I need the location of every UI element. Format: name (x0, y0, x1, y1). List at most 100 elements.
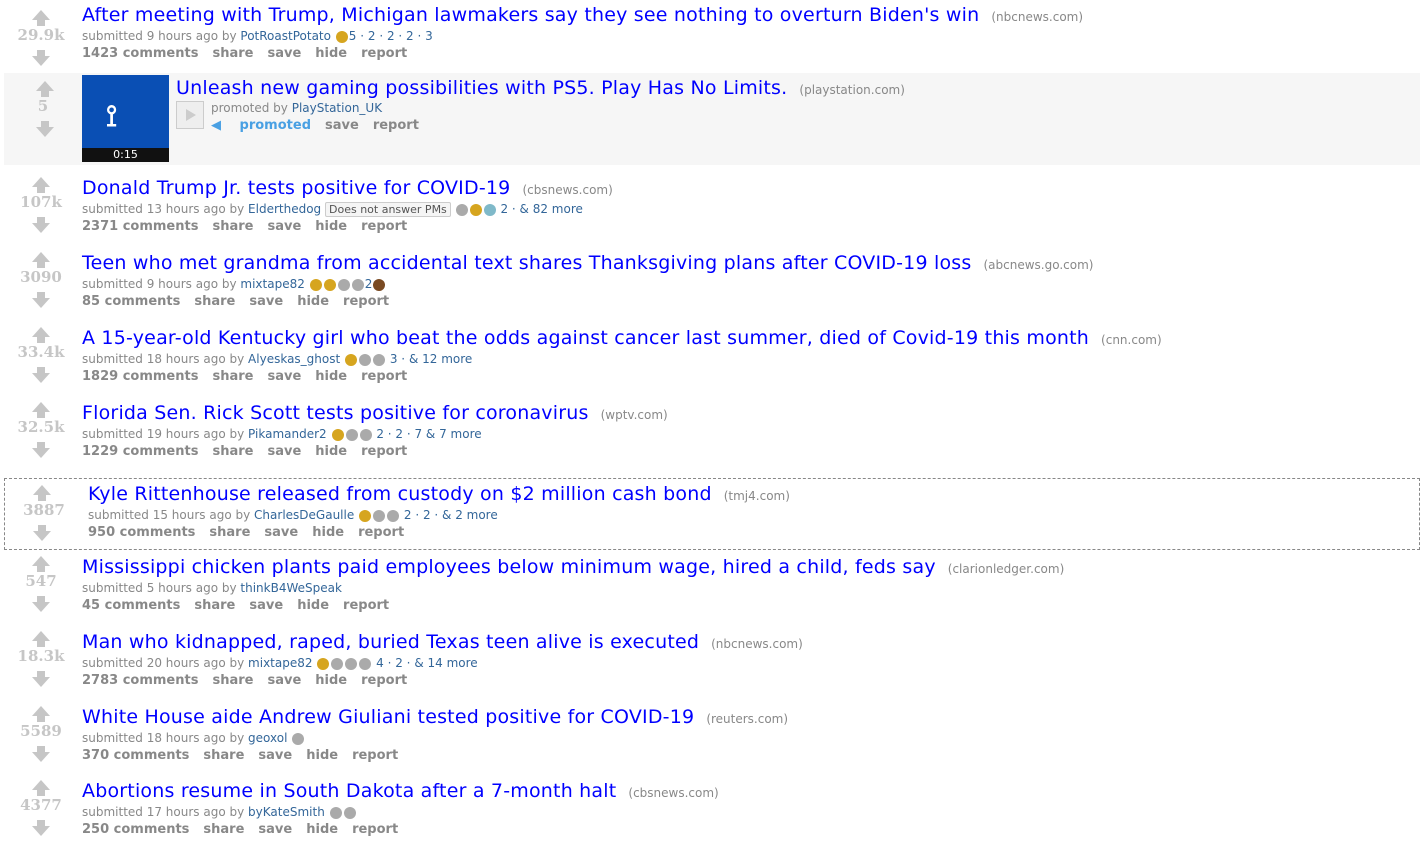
hide-button[interactable]: hide (315, 369, 347, 384)
domain[interactable]: (nbcnews.com) (991, 10, 1083, 24)
awards-text[interactable]: 2 · & 82 more (500, 202, 582, 216)
award-icon[interactable] (373, 278, 386, 291)
awards-text[interactable]: 3 · & 12 more (390, 352, 472, 366)
upvote-icon[interactable] (33, 485, 51, 501)
post-title[interactable]: Teen who met grandma from accidental tex… (82, 252, 971, 274)
downvote-icon[interactable] (32, 367, 50, 383)
save-button[interactable]: save (267, 46, 301, 61)
author-link[interactable]: PotRoastPotato (240, 29, 331, 43)
post-title[interactable]: A 15-year-old Kentucky girl who beat the… (82, 327, 1089, 349)
post-title[interactable]: White House aide Andrew Giuliani tested … (82, 706, 694, 728)
hide-button[interactable]: hide (306, 822, 338, 837)
play-icon[interactable] (176, 101, 204, 129)
post-title[interactable]: After meeting with Trump, Michigan lawma… (82, 4, 979, 26)
report-button[interactable]: report (358, 525, 404, 540)
downvote-icon[interactable] (32, 820, 50, 836)
award-icon[interactable] (351, 278, 364, 291)
award-icon[interactable] (343, 806, 356, 819)
award-icon[interactable] (359, 353, 372, 366)
report-button[interactable]: report (373, 118, 419, 133)
downvote-icon[interactable] (32, 746, 50, 762)
downvote-icon[interactable] (32, 50, 50, 66)
hide-button[interactable]: hide (315, 219, 347, 234)
report-button[interactable]: report (343, 598, 389, 613)
hide-button[interactable]: hide (306, 748, 338, 763)
award-icon[interactable] (373, 509, 386, 522)
upvote-icon[interactable] (32, 10, 50, 26)
report-button[interactable]: report (361, 46, 407, 61)
report-button[interactable]: report (352, 822, 398, 837)
domain[interactable]: (reuters.com) (706, 712, 788, 726)
share-button[interactable]: share (212, 46, 253, 61)
hide-button[interactable]: hide (315, 673, 347, 688)
promoted-label[interactable]: promoted (240, 118, 311, 133)
post-title[interactable]: Man who kidnapped, raped, buried Texas t… (82, 631, 699, 653)
share-button[interactable]: share (203, 748, 244, 763)
share-button[interactable]: share (212, 369, 253, 384)
hide-button[interactable]: hide (315, 444, 347, 459)
award-icon[interactable] (329, 806, 342, 819)
upvote-icon[interactable] (32, 252, 50, 268)
hide-button[interactable]: hide (315, 46, 347, 61)
author-link[interactable]: geoxol (248, 731, 287, 745)
save-button[interactable]: save (249, 598, 283, 613)
upvote-icon[interactable] (32, 177, 50, 193)
author-link[interactable]: Elderthedog (248, 202, 321, 216)
domain[interactable]: (cbsnews.com) (522, 183, 612, 197)
thumbnail[interactable]: ⟟ 0:15 (82, 75, 169, 162)
award-icon[interactable] (335, 30, 348, 43)
award-icon[interactable] (331, 657, 344, 670)
report-button[interactable]: report (361, 673, 407, 688)
share-button[interactable]: share (194, 294, 235, 309)
domain[interactable]: (cbsnews.com) (628, 786, 718, 800)
award-icon[interactable] (359, 657, 372, 670)
domain[interactable]: (playstation.com) (799, 83, 905, 97)
upvote-icon[interactable] (32, 631, 50, 647)
awards-text[interactable]: 5 · 2 · 2 · 2 · 3 (349, 29, 433, 43)
domain[interactable]: (nbcnews.com) (711, 637, 803, 651)
comments-link[interactable]: 370 comments (82, 748, 189, 763)
post-title[interactable]: Kyle Rittenhouse released from custody o… (88, 483, 712, 505)
save-button[interactable]: save (267, 219, 301, 234)
upvote-icon[interactable] (32, 402, 50, 418)
post-title[interactable]: Mississippi chicken plants paid employee… (82, 556, 936, 578)
share-button[interactable]: share (203, 822, 244, 837)
award-icon[interactable] (387, 509, 400, 522)
award-icon[interactable] (345, 353, 358, 366)
downvote-icon[interactable] (32, 292, 50, 308)
author-link[interactable]: Pikamander2 (248, 427, 327, 441)
comments-link[interactable]: 1423 comments (82, 46, 198, 61)
downvote-icon[interactable] (32, 442, 50, 458)
comments-link[interactable]: 1829 comments (82, 369, 198, 384)
award-icon[interactable] (292, 732, 305, 745)
hide-button[interactable]: hide (297, 294, 329, 309)
post-title[interactable]: Florida Sen. Rick Scott tests positive f… (82, 402, 589, 424)
downvote-icon[interactable] (36, 121, 54, 137)
upvote-icon[interactable] (32, 706, 50, 722)
share-button[interactable]: share (194, 598, 235, 613)
award-icon[interactable] (469, 203, 482, 216)
share-button[interactable]: share (209, 525, 250, 540)
save-button[interactable]: save (264, 525, 298, 540)
downvote-icon[interactable] (32, 596, 50, 612)
comments-link[interactable]: 2783 comments (82, 673, 198, 688)
comments-link[interactable]: 85 comments (82, 294, 180, 309)
share-button[interactable]: share (212, 219, 253, 234)
author-link[interactable]: Alyeskas_ghost (248, 352, 340, 366)
report-button[interactable]: report (343, 294, 389, 309)
awards-text[interactable]: 2 (365, 277, 373, 291)
award-icon[interactable] (345, 428, 358, 441)
domain[interactable]: (clarionledger.com) (948, 562, 1064, 576)
hide-button[interactable]: hide (297, 598, 329, 613)
domain[interactable]: (abcnews.go.com) (983, 258, 1093, 272)
report-button[interactable]: report (361, 369, 407, 384)
award-icon[interactable] (455, 203, 468, 216)
hide-button[interactable]: hide (312, 525, 344, 540)
save-button[interactable]: save (258, 822, 292, 837)
award-icon[interactable] (359, 509, 372, 522)
downvote-icon[interactable] (32, 671, 50, 687)
report-button[interactable]: report (361, 219, 407, 234)
author-link[interactable]: mixtape82 (240, 277, 304, 291)
comments-link[interactable]: 2371 comments (82, 219, 198, 234)
downvote-icon[interactable] (32, 217, 50, 233)
